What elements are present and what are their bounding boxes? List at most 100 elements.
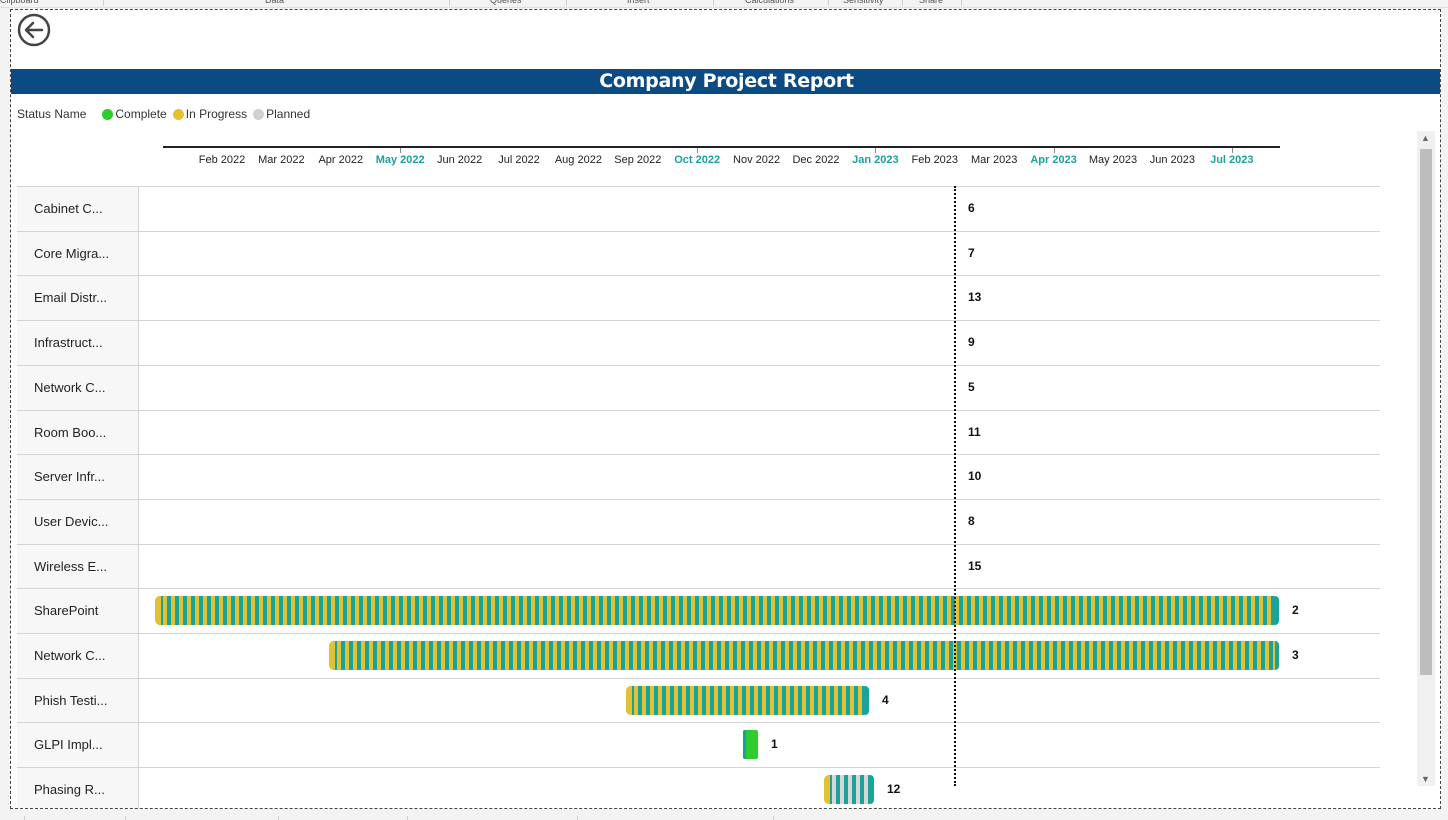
- row-count-label: 5: [968, 379, 975, 394]
- row-label[interactable]: Network C...: [17, 634, 139, 678]
- row-label[interactable]: Phish Testi...: [17, 678, 139, 723]
- gantt-row: User Devic... 8: [17, 498, 1380, 545]
- ribbon-separator: [566, 0, 567, 6]
- row-label[interactable]: Phasing R...: [17, 768, 139, 808]
- scrollbar-thumb[interactable]: [1420, 149, 1432, 675]
- back-button[interactable]: [17, 13, 51, 47]
- timeline-tick: [400, 148, 402, 153]
- row-label[interactable]: Email Distr...: [17, 276, 139, 321]
- legend-item-complete[interactable]: Complete: [102, 107, 167, 121]
- ribbon-group-label: Data: [265, 0, 285, 5]
- row-count-label: 11: [968, 424, 981, 439]
- row-count-label: 3: [1292, 648, 1299, 662]
- gantt-row: Core Migra... 7: [17, 230, 1380, 277]
- scroll-down-icon[interactable]: ▼: [1421, 774, 1430, 784]
- timeline-tick: [697, 148, 699, 153]
- row-count-label: 2: [1292, 603, 1299, 618]
- ribbon-separator: [713, 0, 714, 6]
- bar-cap-right: [870, 775, 874, 805]
- gantt-row: Email Distr... 13: [17, 275, 1380, 321]
- ribbon-group-labels: Clipboard Data Queries Insert Calculations Se…: [0, 0, 1448, 8]
- vertical-scrollbar[interactable]: ▲ ▼: [1417, 131, 1435, 786]
- timeline-month-label: Dec 2022: [792, 154, 840, 166]
- row-count-label: 1: [771, 737, 778, 752]
- ribbon-group-label: Sensitivity: [843, 0, 884, 5]
- gantt-bar-in-progress[interactable]: [329, 641, 1279, 670]
- gantt-row: Network C... 3: [17, 633, 1380, 679]
- gantt-row: Wireless E... 15: [17, 543, 1380, 590]
- timeline-axis: [163, 146, 1280, 148]
- gantt-bar-in-progress[interactable]: [155, 596, 1279, 626]
- timeline-month-label: Nov 2022: [733, 154, 781, 166]
- row-count-label: 6: [968, 201, 975, 215]
- row-label[interactable]: Network C...: [17, 365, 139, 410]
- timeline-tick: [875, 148, 877, 153]
- row-count-label: 10: [968, 469, 982, 484]
- bar-cap-left: [743, 730, 746, 760]
- ribbon-group-label: Calculations: [745, 0, 795, 5]
- row-label[interactable]: Wireless E...: [17, 544, 139, 589]
- row-label[interactable]: Server Infr...: [17, 455, 139, 500]
- gantt-row: SharePoint 2: [17, 588, 1380, 634]
- arrow-left-circle-icon: [17, 13, 51, 47]
- legend-label-in-progress: In Progress: [185, 107, 248, 121]
- ribbon-separator: [828, 0, 829, 6]
- gantt-row: Network C... 5: [17, 364, 1380, 411]
- row-label[interactable]: User Devic...: [17, 499, 139, 544]
- legend-item-planned[interactable]: Planned: [253, 107, 310, 121]
- legend-dot-in-progress: [172, 108, 184, 120]
- timeline-month-label: Apr 2022: [318, 154, 364, 166]
- ribbon-group-label: Queries: [490, 0, 522, 5]
- timeline-month-label: Mar 2023: [970, 154, 1018, 166]
- timeline-month-label: Apr 2023: [1030, 154, 1077, 166]
- legend-dot-planned: [253, 108, 265, 120]
- gantt-bar-in-progress[interactable]: [626, 685, 869, 715]
- row-count-label: 8: [968, 513, 975, 528]
- row-label[interactable]: Room Boo...: [17, 410, 139, 455]
- row-label[interactable]: Infrastruct...: [17, 321, 139, 366]
- timeline-month-label: Jun 2022: [436, 154, 483, 166]
- timeline-month-label: Jul 2022: [498, 154, 540, 166]
- row-label[interactable]: Cabinet C...: [17, 187, 139, 231]
- timeline-month-label: May 2022: [375, 154, 425, 166]
- scroll-up-icon[interactable]: ▲: [1421, 133, 1430, 143]
- row-label[interactable]: Core Migra...: [17, 231, 139, 276]
- timeline-month-label: Feb 2023: [911, 154, 959, 166]
- timeline-tick: [1053, 148, 1055, 153]
- timeline-tick: [1231, 148, 1233, 153]
- timeline-month-label: Sep 2022: [614, 154, 662, 166]
- legend-label-complete: Complete: [115, 107, 167, 121]
- ribbon-separator: [103, 0, 104, 6]
- page-tab-separator: [407, 816, 408, 820]
- page-tab-separator: [125, 816, 126, 820]
- row-count-label: 13: [968, 290, 982, 305]
- row-label[interactable]: GLPI Impl...: [17, 723, 139, 768]
- page-tabs-strip: [0, 812, 1448, 820]
- timeline-month-label: Jun 2023: [1149, 154, 1196, 166]
- today-marker-line: [954, 186, 956, 786]
- gantt-bar-planned[interactable]: [824, 775, 874, 805]
- row-count-label: 4: [882, 692, 889, 707]
- timeline-month-label: Jan 2023: [852, 154, 899, 166]
- report-title: Company Project Report: [11, 69, 1440, 94]
- gantt-bar-complete[interactable]: [743, 730, 758, 760]
- gantt-row: Infrastruct... 9: [17, 320, 1380, 366]
- gantt-row: Phasing R... 12: [17, 767, 1380, 808]
- ribbon-group-label: Insert: [627, 0, 650, 5]
- bar-cap-left: [824, 775, 830, 805]
- gantt-row: Server Infr... 10: [17, 454, 1380, 500]
- row-label[interactable]: SharePoint: [17, 589, 139, 634]
- status-legend: Status Name Complete In Progress Planned: [17, 107, 316, 121]
- bar-cap-right: [1275, 641, 1279, 670]
- timeline-month-label: Mar 2022: [258, 154, 305, 166]
- ribbon-group-label: Share: [919, 0, 944, 5]
- legend-title: Status Name: [17, 107, 87, 121]
- gantt-row: Cabinet C... 6: [17, 186, 1380, 232]
- bar-cap-left: [329, 641, 335, 670]
- page-tab-separator: [278, 816, 279, 820]
- ribbon-separator: [449, 0, 450, 6]
- legend-item-in-progress[interactable]: In Progress: [172, 107, 248, 121]
- bar-cap-left: [626, 685, 632, 715]
- ribbon-separator: [902, 0, 903, 6]
- row-count-label: 7: [968, 245, 975, 260]
